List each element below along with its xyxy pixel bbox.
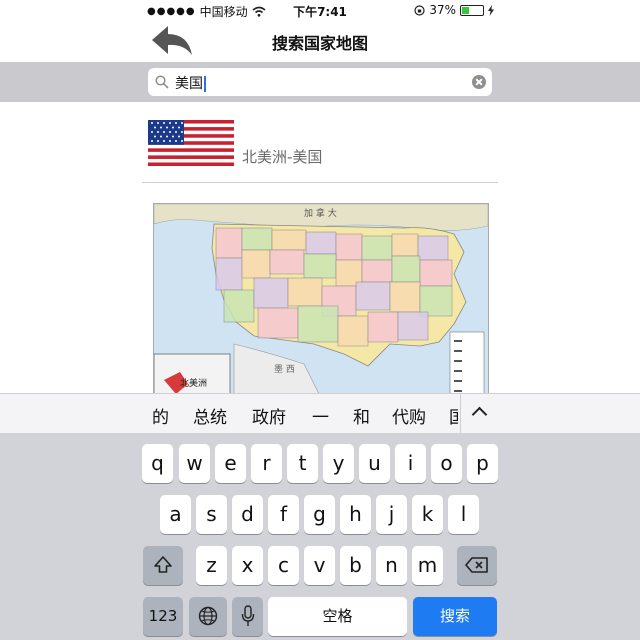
search-key[interactable]: 搜索 [413, 597, 497, 636]
key-n[interactable]: n [376, 546, 407, 585]
key-o[interactable]: o [431, 444, 462, 483]
key-v[interactable]: v [304, 546, 335, 585]
key-b[interactable]: b [340, 546, 371, 585]
key-t[interactable]: t [287, 444, 318, 483]
globe-key[interactable] [189, 597, 227, 636]
shift-arrow-icon [154, 556, 172, 573]
result-label: 北美洲-美国 [242, 148, 323, 166]
navigation-bar: 搜索国家地图 [0, 20, 640, 62]
key-l[interactable]: l [448, 495, 479, 534]
key-y[interactable]: y [323, 444, 354, 483]
us-flag-icon [148, 120, 234, 166]
search-input-value: 美国 [175, 76, 203, 92]
search-bar: 美国 [0, 62, 640, 102]
key-h[interactable]: h [340, 495, 371, 534]
key-e[interactable]: e [215, 444, 246, 483]
clear-search-icon[interactable] [472, 75, 486, 89]
orientation-lock-icon [414, 4, 425, 16]
usa-political-map: 加 拿 大 北美洲 墨 西 [154, 204, 488, 404]
map-label-north-america: 北美洲 [180, 377, 207, 389]
search-input[interactable]: 美国 [148, 68, 492, 96]
key-w[interactable]: w [179, 444, 210, 483]
search-result-item[interactable]: 北美洲-美国 [142, 104, 498, 183]
chevron-up-icon [471, 406, 488, 423]
space-key[interactable]: 空格 [268, 597, 407, 636]
globe-icon [198, 606, 218, 626]
key-g[interactable]: g [304, 495, 335, 534]
key-s[interactable]: s [196, 495, 227, 534]
candidate-bar: 的 总统 政府 一 和 代购 国 [0, 393, 640, 434]
battery-icon [460, 4, 484, 16]
dictation-key[interactable] [232, 597, 263, 636]
key-j[interactable]: j [376, 495, 407, 534]
text-cursor [204, 76, 206, 92]
key-a[interactable]: a [160, 495, 191, 534]
key-i[interactable]: i [395, 444, 426, 483]
battery-percent: 37% [429, 3, 456, 17]
key-q[interactable]: q [142, 444, 173, 483]
candidate-word[interactable]: 和 [353, 403, 370, 428]
key-p[interactable]: p [467, 444, 498, 483]
shift-key[interactable] [143, 546, 183, 585]
key-m[interactable]: m [412, 546, 443, 585]
candidate-word[interactable]: 总统 [193, 403, 227, 428]
candidate-word[interactable]: 政府 [252, 403, 286, 428]
status-bar: ●●●●● 中国移动 下午7:41 37% [0, 0, 640, 20]
backspace-icon [465, 557, 488, 573]
candidate-word[interactable]: 一 [312, 403, 329, 428]
key-u[interactable]: u [359, 444, 390, 483]
numbers-key[interactable]: 123 [143, 597, 183, 636]
candidate-word[interactable]: 国 [449, 403, 458, 428]
map-label-mexico: 墨 西 [274, 364, 295, 375]
search-icon [155, 75, 169, 89]
page-title: 搜索国家地图 [271, 34, 368, 53]
microphone-icon [241, 605, 254, 626]
key-f[interactable]: f [268, 495, 299, 534]
delete-key[interactable] [457, 546, 497, 585]
keyboard: q w e r t y u i o p a s d f g h j k l z … [0, 433, 640, 640]
candidate-word[interactable]: 的 [152, 403, 169, 428]
key-k[interactable]: k [412, 495, 443, 534]
key-c[interactable]: c [268, 546, 299, 585]
expand-candidates-button[interactable] [460, 394, 497, 434]
key-x[interactable]: x [232, 546, 263, 585]
country-map-image[interactable]: 加 拿 大 北美洲 墨 西 [153, 203, 489, 405]
key-r[interactable]: r [251, 444, 282, 483]
key-d[interactable]: d [232, 495, 263, 534]
map-label-canada: 加 拿 大 [304, 207, 337, 219]
charging-bolt-icon [488, 4, 494, 16]
candidate-word[interactable]: 代购 [392, 403, 426, 428]
key-z[interactable]: z [196, 546, 227, 585]
status-time: 下午7:41 [293, 5, 347, 19]
